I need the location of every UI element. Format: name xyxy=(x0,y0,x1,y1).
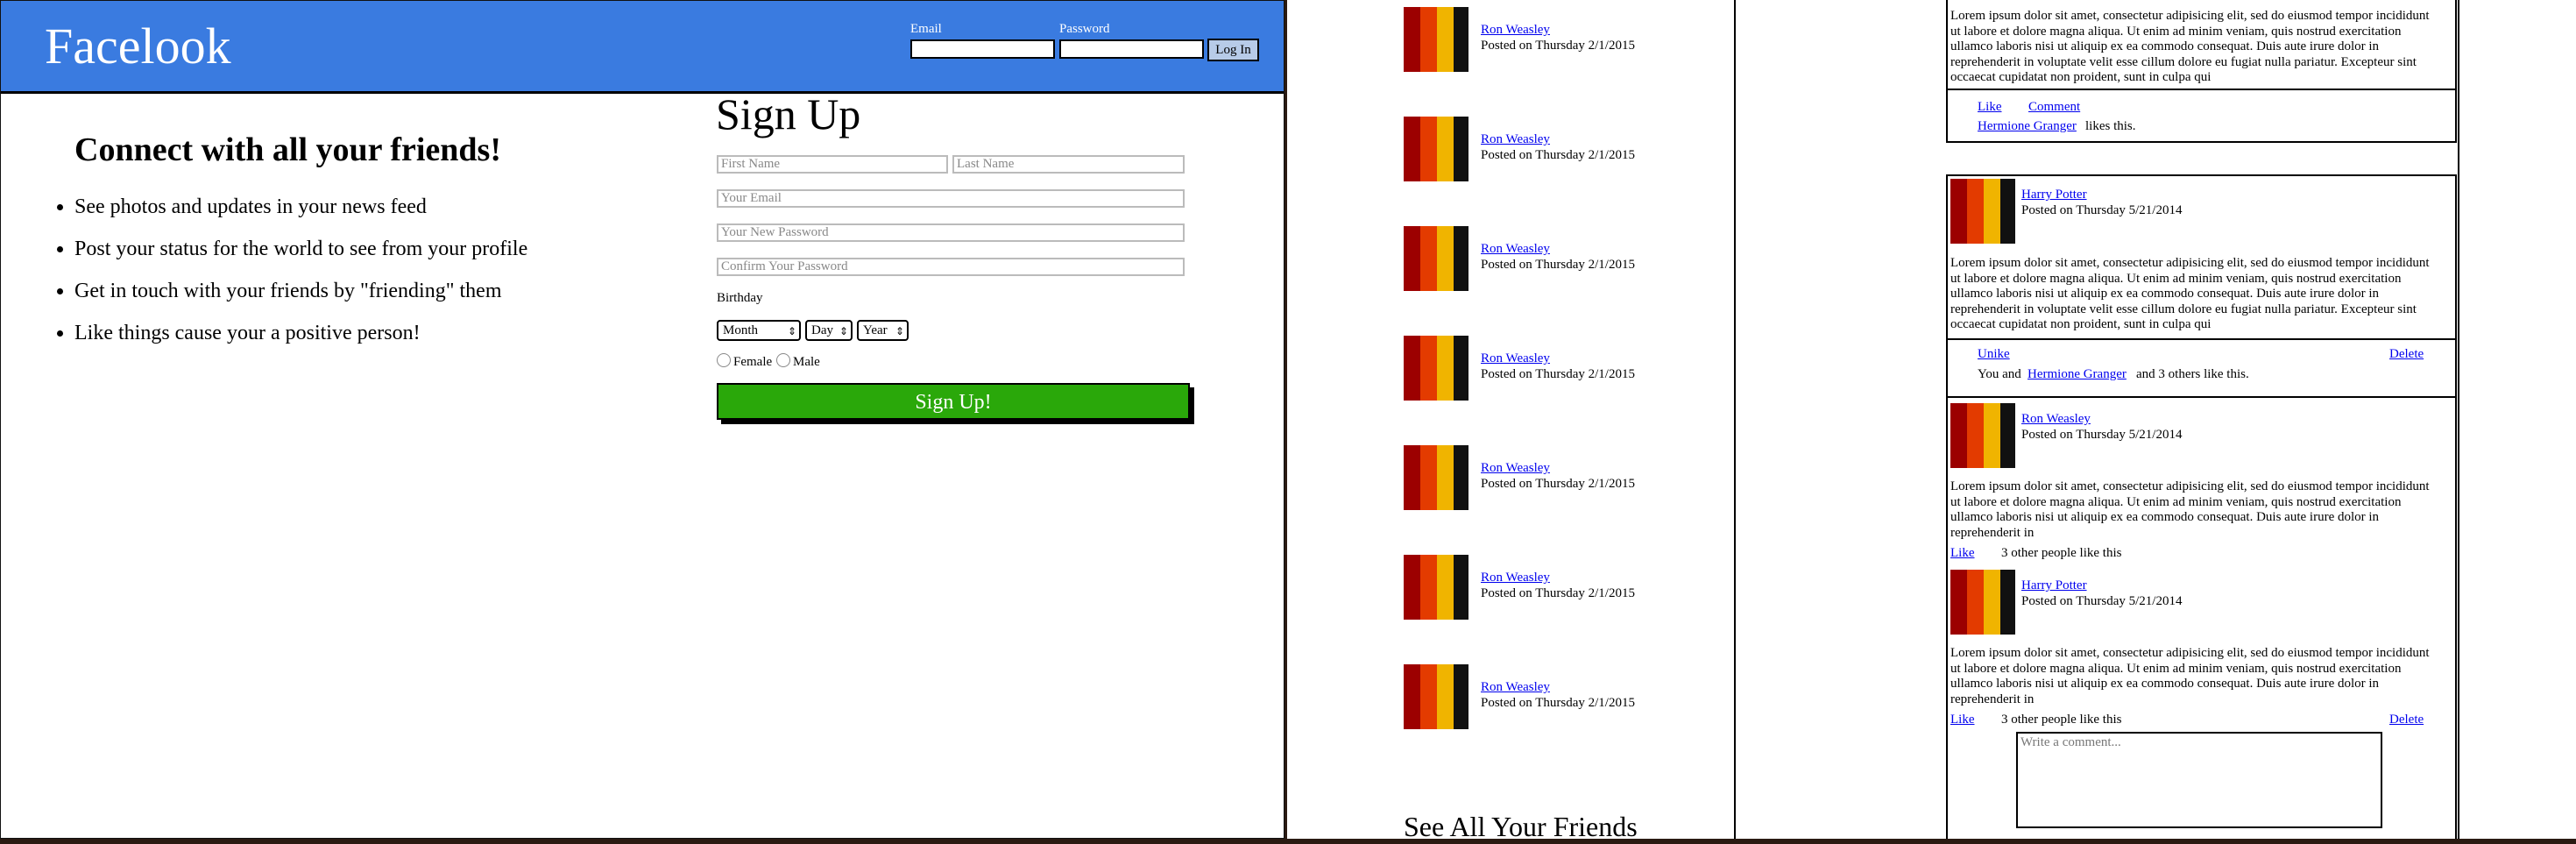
signup-title: Sign Up xyxy=(716,89,861,138)
posted-date: Posted on Thursday 2/1/2015 xyxy=(1481,258,1635,272)
feature-item: Post your status for the world to see fr… xyxy=(74,238,527,280)
posted-date: Posted on Thursday 2/1/2015 xyxy=(1481,39,1635,53)
day-select[interactable]: Day ⇕ xyxy=(805,320,853,341)
friend-name-link[interactable]: Ron Weasley xyxy=(1481,680,1550,695)
avatar[interactable] xyxy=(1404,445,1468,510)
like-link[interactable]: Like xyxy=(1950,713,1975,727)
male-label: Male xyxy=(793,355,820,369)
liker-link[interactable]: Hermione Granger xyxy=(2028,367,2127,382)
friend-name-link[interactable]: Ron Weasley xyxy=(1481,351,1550,366)
friend-item: Ron Weasley Posted on Thursday 2/1/2015 xyxy=(1404,7,1667,74)
like-link[interactable]: Like xyxy=(1978,100,2002,115)
friend-item: Ron Weasley Posted on Thursday 2/1/2015 xyxy=(1404,445,1667,512)
new-password-field[interactable]: Your New Password xyxy=(717,223,1185,242)
female-radio[interactable]: Female xyxy=(717,353,772,370)
author-link[interactable]: Ron Weasley xyxy=(2021,412,2091,427)
friend-name-link[interactable]: Ron Weasley xyxy=(1481,461,1550,476)
like-link[interactable]: Like xyxy=(1950,546,1975,561)
friend-item: Ron Weasley Posted on Thursday 2/1/2015 xyxy=(1404,555,1667,621)
avatar[interactable] xyxy=(1404,664,1468,729)
avatar[interactable] xyxy=(1404,117,1468,181)
column-divider xyxy=(1734,0,1736,839)
feature-item: See photos and updates in your news feed xyxy=(74,195,527,238)
posted-date: Posted on Thursday 2/1/2015 xyxy=(1481,586,1635,600)
post-actions xyxy=(1946,89,2457,143)
login-email-input[interactable] xyxy=(910,39,1055,59)
friend-name-link[interactable]: Ron Weasley xyxy=(1481,132,1550,147)
friend-item: Ron Weasley Posted on Thursday 2/1/2015 xyxy=(1404,226,1667,293)
feature-item: Like things cause your a positive person… xyxy=(74,322,527,364)
avatar[interactable] xyxy=(1950,179,2015,244)
avatar[interactable] xyxy=(1404,226,1468,291)
friend-item: Ron Weasley Posted on Thursday 2/1/2015 xyxy=(1404,336,1667,402)
friend-name-link[interactable]: Ron Weasley xyxy=(1481,242,1550,257)
year-value: Year xyxy=(863,323,888,337)
delete-link[interactable]: Delete xyxy=(2389,713,2424,727)
month-value: Month xyxy=(723,323,759,337)
birthday-label: Birthday xyxy=(717,291,763,305)
friend-item: Ron Weasley Posted on Thursday 2/1/2015 xyxy=(1404,117,1667,183)
liker-link[interactable]: Hermione Granger xyxy=(1978,119,2077,134)
likes-text: and 3 others like this. xyxy=(2136,367,2249,381)
like-count: 3 other people like this xyxy=(2001,546,2122,560)
posted-date: Posted on Thursday 2/1/2015 xyxy=(1481,148,1635,162)
radio-circle-icon xyxy=(776,353,790,367)
post-body: Lorem ipsum dolor sit amet, consectetur … xyxy=(1950,256,2430,331)
avatar[interactable] xyxy=(1404,336,1468,401)
likes-text: likes this. xyxy=(2085,119,2136,133)
column-divider xyxy=(2458,0,2459,839)
password-label: Password xyxy=(1059,22,1110,36)
female-label: Female xyxy=(733,355,773,369)
posted-date: Posted on Thursday 5/21/2014 xyxy=(2021,203,2183,217)
friend-item: Ron Weasley Posted on Thursday 2/1/2015 xyxy=(1404,664,1667,731)
signup-page: Facelook Email Password Log In Connect w… xyxy=(0,0,1284,839)
site-logo[interactable]: Facelook xyxy=(45,17,231,75)
comment-link[interactable]: Comment xyxy=(2028,100,2080,115)
tagline: Connect with all your friends! xyxy=(74,131,501,168)
login-button[interactable]: Log In xyxy=(1207,39,1259,61)
profile-page: Ron Weasley Posted on Thursday 2/1/2015 … xyxy=(1287,0,2576,839)
login-password-input[interactable] xyxy=(1059,39,1204,59)
month-select[interactable]: Month ⇕ xyxy=(717,320,801,341)
select-arrows-icon: ⇕ xyxy=(839,325,848,337)
post-body: Lorem ipsum dolor sit amet, consectetur … xyxy=(1950,9,2430,84)
select-arrows-icon: ⇕ xyxy=(787,325,796,337)
last-name-field[interactable]: Last Name xyxy=(952,155,1185,174)
confirm-password-field[interactable]: Confirm Your Password xyxy=(717,258,1185,276)
posted-date: Posted on Thursday 2/1/2015 xyxy=(1481,696,1635,710)
radio-circle-icon xyxy=(717,353,731,367)
first-name-field[interactable]: First Name xyxy=(717,155,948,174)
posted-date: Posted on Thursday 2/1/2015 xyxy=(1481,367,1635,381)
author-link[interactable]: Harry Potter xyxy=(2021,188,2087,202)
like-count: 3 other people like this xyxy=(2001,713,2122,727)
male-radio[interactable]: Male xyxy=(776,353,820,370)
see-all-friends-heading: See All Your Friends xyxy=(1404,811,1638,839)
posted-date: Posted on Thursday 5/21/2014 xyxy=(2021,428,2183,442)
posted-date: Posted on Thursday 2/1/2015 xyxy=(1481,477,1635,491)
you-and-text: You and xyxy=(1978,367,2021,381)
unlike-link[interactable]: Unike xyxy=(1978,347,2010,362)
friend-name-link[interactable]: Ron Weasley xyxy=(1481,571,1550,585)
friend-name-link[interactable]: Ron Weasley xyxy=(1481,23,1550,38)
select-arrows-icon: ⇕ xyxy=(895,325,904,337)
signup-button[interactable]: Sign Up! xyxy=(717,383,1190,420)
email-label: Email xyxy=(910,22,942,36)
day-value: Day xyxy=(811,323,833,337)
email-field[interactable]: Your Email xyxy=(717,189,1185,208)
delete-link[interactable]: Delete xyxy=(2389,347,2424,362)
posted-date: Posted on Thursday 5/21/2014 xyxy=(2021,594,2183,608)
feature-list: See photos and updates in your news feed… xyxy=(46,195,527,364)
comment-input[interactable]: Write a comment... xyxy=(2016,732,2382,828)
year-select[interactable]: Year ⇕ xyxy=(857,320,909,341)
comment-body: Lorem ipsum dolor sit amet, consectetur … xyxy=(1950,479,2430,540)
feature-item: Get in touch with your friends by "frien… xyxy=(74,280,527,322)
author-link[interactable]: Harry Potter xyxy=(2021,578,2087,593)
comment-body: Lorem ipsum dolor sit amet, consectetur … xyxy=(1950,646,2430,706)
avatar[interactable] xyxy=(1404,7,1468,72)
header-bar: Facelook Email Password Log In xyxy=(1,1,1284,94)
avatar[interactable] xyxy=(1404,555,1468,620)
avatar[interactable] xyxy=(1950,570,2015,635)
avatar[interactable] xyxy=(1950,403,2015,468)
